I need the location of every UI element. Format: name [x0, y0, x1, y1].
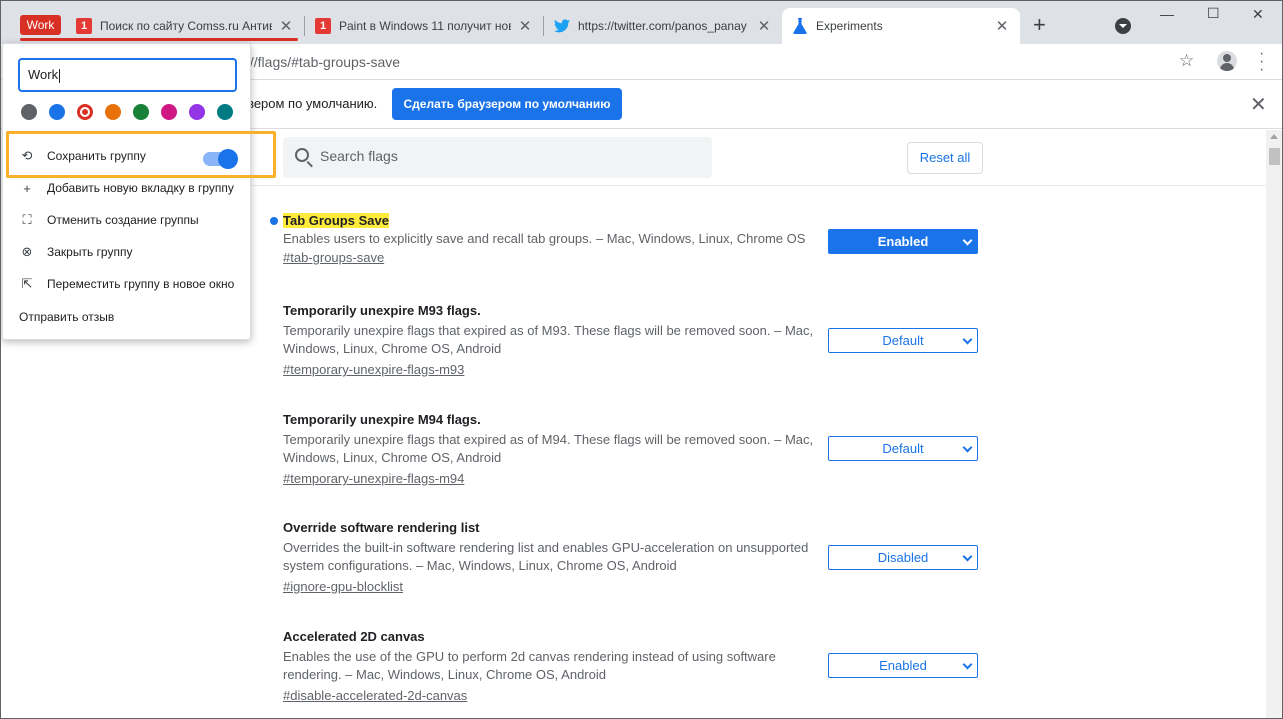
group-name-value: Work: [28, 67, 59, 82]
chevron-down-icon: [962, 659, 973, 670]
new-tab-plus-icon[interactable]: +: [1033, 14, 1046, 36]
chevron-down-icon: [962, 334, 973, 345]
color-swatch-pink[interactable]: [161, 104, 177, 120]
chevron-down-icon: [962, 551, 973, 562]
twitter-bird-icon: [554, 18, 570, 34]
add-tab-to-group-item[interactable]: + Добавить новую вкладку в группу: [18, 178, 243, 198]
tab-group-editor-popup: Work ⟲ Сохранить группу + Добавить новую…: [2, 43, 251, 340]
move-window-icon: ⇱: [21, 276, 33, 291]
color-swatch-blue[interactable]: [49, 104, 65, 120]
close-group-item[interactable]: ⊗ Закрыть группу: [18, 242, 243, 262]
flag-name: Override software rendering list: [283, 520, 480, 535]
address-bar[interactable]: ://flags/#tab-groups-save: [246, 54, 400, 70]
select-value: Default: [882, 441, 924, 456]
color-swatch-red[interactable]: [77, 104, 93, 120]
search-flags-input[interactable]: [320, 148, 700, 164]
group-name-input[interactable]: Work: [18, 58, 237, 92]
tab-search-icon[interactable]: [1115, 18, 1131, 34]
ungroup-item[interactable]: ⛶ Отменить создание группы: [18, 210, 243, 230]
color-swatch-grey[interactable]: [21, 104, 37, 120]
tab-title: Paint в Windows 11 получит нов: [339, 19, 511, 33]
tab-strip: Work 1 Поиск по сайту Comss.ru Антив ✕ 1…: [0, 0, 1283, 44]
select-value: Default: [882, 333, 924, 348]
flag-link[interactable]: #temporary-unexpire-flags-m93: [283, 362, 464, 377]
close-window-icon[interactable]: ✕: [1252, 6, 1264, 23]
flag-state-select[interactable]: Disabled: [828, 545, 978, 570]
flag-description: Temporarily unexpire flags that expired …: [283, 432, 814, 465]
profile-avatar-icon[interactable]: [1217, 51, 1237, 71]
send-feedback-link[interactable]: Отправить отзыв: [19, 310, 114, 324]
color-swatch-green[interactable]: [133, 104, 149, 120]
select-value: Enabled: [877, 234, 929, 249]
flag-description: Enables users to explicitly save and rec…: [283, 231, 806, 246]
flag-name: Tab Groups Save: [283, 213, 389, 228]
chevron-down-icon: [962, 442, 973, 453]
flag-state-select[interactable]: Enabled: [828, 229, 978, 254]
tab-paint-news[interactable]: 1 Paint в Windows 11 получит нов ✕: [305, 8, 543, 44]
flag-link[interactable]: #temporary-unexpire-flags-m94: [283, 471, 464, 486]
scroll-up-arrow-icon[interactable]: [1270, 134, 1278, 139]
tab-twitter[interactable]: https://twitter.com/panos_panay ✕: [544, 8, 782, 44]
tab-comss-search[interactable]: 1 Поиск по сайту Comss.ru Антив ✕: [66, 8, 304, 44]
close-tab-icon[interactable]: ✕: [994, 17, 1010, 35]
chevron-down-icon: [962, 235, 973, 246]
color-swatch-orange[interactable]: [105, 104, 121, 120]
infobar-close-icon[interactable]: ✕: [1250, 92, 1267, 117]
tab-title: Поиск по сайту Comss.ru Антив: [100, 19, 272, 33]
comss-logo-icon: 1: [315, 18, 331, 34]
menu-item-label: Закрыть группу: [47, 245, 133, 259]
annotation-highlight-box: [6, 131, 276, 178]
plus-icon: +: [23, 180, 31, 196]
color-swatch-purple[interactable]: [189, 104, 205, 120]
page-scrollbar[interactable]: [1266, 130, 1283, 719]
flag-name: Temporarily unexpire M94 flags.: [283, 412, 481, 427]
flag-link[interactable]: #tab-groups-save: [283, 250, 384, 265]
color-swatch-cyan[interactable]: [217, 104, 233, 120]
search-flags-box[interactable]: [283, 137, 712, 178]
tab-group-chip[interactable]: Work: [20, 15, 61, 35]
reset-all-button[interactable]: Reset all: [907, 142, 983, 174]
flag-link[interactable]: #disable-accelerated-2d-canvas: [283, 688, 467, 703]
flag-name: Temporarily unexpire M93 flags.: [283, 303, 481, 318]
scrollbar-thumb[interactable]: [1269, 148, 1280, 165]
flag-state-select[interactable]: Default: [828, 436, 978, 461]
flask-icon: [792, 18, 808, 34]
select-value: Enabled: [879, 658, 927, 673]
maximize-icon[interactable]: ☐: [1207, 5, 1220, 22]
minimize-icon[interactable]: —: [1160, 6, 1174, 22]
tab-experiments[interactable]: Experiments ✕: [782, 8, 1020, 44]
move-group-to-new-window-item[interactable]: ⇱ Переместить группу в новое окно: [18, 274, 243, 294]
ungroup-icon: ⛶: [22, 212, 32, 227]
tab-title: https://twitter.com/panos_panay: [578, 19, 747, 33]
select-value: Disabled: [877, 550, 929, 565]
set-default-browser-button[interactable]: Сделать браузером по умолчанию: [392, 88, 622, 120]
menu-item-label: Переместить группу в новое окно: [47, 277, 235, 291]
flag-description: Overrides the built-in software renderin…: [283, 540, 809, 573]
flag-name: Accelerated 2D canvas: [283, 629, 425, 644]
tab-title: Experiments: [816, 19, 883, 33]
close-circle-icon: ⊗: [21, 244, 33, 259]
close-tab-icon[interactable]: ✕: [278, 17, 294, 35]
modified-flag-dot: [270, 217, 278, 225]
flag-state-select[interactable]: Enabled: [828, 653, 978, 678]
menu-item-label: Отменить создание группы: [47, 213, 199, 227]
bookmark-star-icon[interactable]: ☆: [1179, 51, 1194, 71]
flag-state-select[interactable]: Default: [828, 328, 978, 353]
flag-link[interactable]: #ignore-gpu-blocklist: [283, 579, 403, 594]
search-icon: [295, 148, 309, 162]
infobar-text: зером по умолчанию.: [248, 96, 378, 111]
flag-description: Temporarily unexpire flags that expired …: [283, 323, 814, 356]
flag-description: Enables the use of the GPU to perform 2d…: [283, 649, 776, 682]
comss-logo-icon: 1: [76, 18, 92, 34]
menu-kebab-icon[interactable]: · · ·: [1259, 46, 1264, 78]
close-tab-icon[interactable]: ✕: [756, 17, 772, 35]
menu-item-label: Добавить новую вкладку в группу: [47, 181, 234, 195]
close-tab-icon[interactable]: ✕: [517, 17, 533, 35]
